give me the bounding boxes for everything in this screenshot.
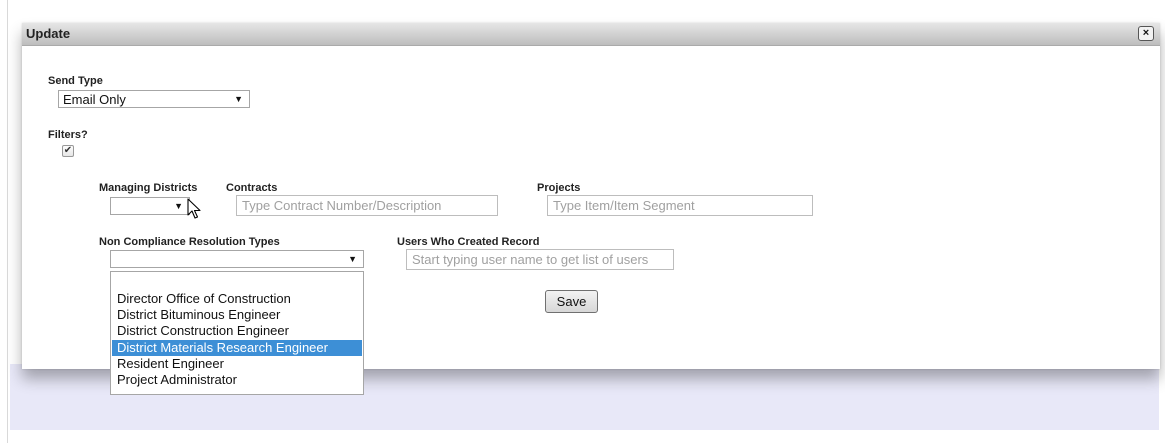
page-edge — [7, 0, 8, 443]
dropdown-option[interactable]: Project Administrator — [112, 372, 362, 388]
managing-districts-label: Managing Districts — [99, 182, 198, 194]
users-created-label: Users Who Created Record — [397, 236, 540, 248]
dialog-titlebar: Update × — [22, 23, 1160, 46]
dropdown-option[interactable] — [112, 275, 362, 291]
save-button[interactable]: Save — [545, 290, 598, 313]
non-compliance-select[interactable]: ▼ — [110, 250, 364, 268]
managing-districts-select[interactable]: ▼ — [110, 197, 190, 215]
close-icon: × — [1142, 27, 1150, 39]
chevron-down-icon: ▼ — [174, 201, 183, 211]
dropdown-option[interactable]: District Construction Engineer — [112, 323, 362, 339]
filters-checkbox[interactable]: ✔ — [62, 145, 74, 157]
non-compliance-label: Non Compliance Resolution Types — [99, 236, 280, 248]
users-created-input[interactable] — [406, 249, 674, 270]
projects-label: Projects — [537, 182, 581, 194]
contracts-input[interactable] — [236, 195, 498, 216]
dropdown-option[interactable]: Resident Engineer — [112, 356, 362, 372]
close-button[interactable]: × — [1138, 26, 1154, 41]
send-type-value: Email Only — [63, 92, 126, 107]
send-type-select[interactable]: Email Only ▼ — [58, 90, 250, 108]
chevron-down-icon: ▼ — [348, 254, 357, 264]
projects-input[interactable] — [547, 195, 813, 216]
filters-label: Filters? — [48, 129, 88, 141]
dialog-title: Update — [26, 26, 71, 41]
send-type-label: Send Type — [48, 75, 103, 87]
mouse-pointer-icon — [187, 198, 201, 219]
dropdown-option[interactable]: District Bituminous Engineer — [112, 307, 362, 323]
non-compliance-dropdown-list: Director Office of Construction District… — [110, 271, 364, 395]
chevron-down-icon: ▼ — [234, 94, 243, 104]
dropdown-option-highlighted[interactable]: District Materials Research Engineer — [112, 340, 362, 356]
check-icon: ✔ — [63, 145, 73, 156]
dropdown-option[interactable]: Director Office of Construction — [112, 291, 362, 307]
contracts-label: Contracts — [226, 182, 278, 194]
